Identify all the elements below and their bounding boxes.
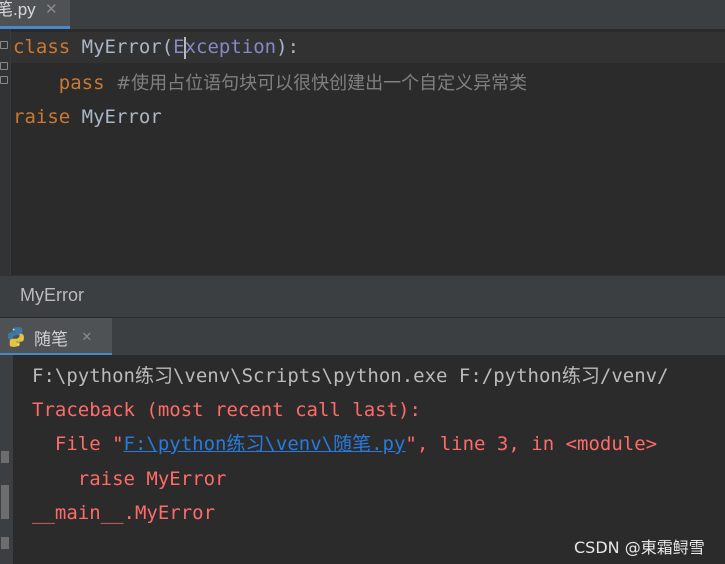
code-comment: #使用占位语句块可以很快创建出一个自定义异常类: [115, 73, 528, 94]
console-traceback-header: Traceback (most recent call last):: [32, 399, 421, 421]
close-icon[interactable]: ✕: [82, 326, 92, 345]
console-gutter: [0, 355, 13, 564]
editor-gutter: [0, 29, 11, 275]
fold-icon[interactable]: [0, 76, 8, 84]
run-console[interactable]: F:\python练习\venv\Scripts\python.exe F:/p…: [0, 355, 725, 564]
keyword-class: class: [13, 36, 71, 58]
class-name: MyError(: [70, 36, 174, 58]
keyword-raise: raise: [13, 106, 71, 128]
fold-icon[interactable]: [0, 41, 8, 49]
class-def-end: ):: [276, 36, 300, 58]
editor-tab-suibi-py[interactable]: 笔.py ✕: [0, 0, 70, 29]
raise-target: MyError: [70, 106, 162, 128]
code-line-3[interactable]: raise MyError: [13, 104, 162, 130]
keyword-pass: pass: [58, 72, 105, 94]
code-line-1[interactable]: class MyError(Exception):: [13, 34, 299, 60]
code-editor[interactable]: class MyError(Exception): pass #使用占位语句块可…: [0, 29, 725, 275]
python-icon: [8, 327, 24, 347]
file-path-link[interactable]: F:\python练习\venv\随笔.py: [124, 433, 406, 455]
console-command-line: F:\python练习\venv\Scripts\python.exe F:/p…: [32, 365, 669, 387]
watermark: CSDN @東霜鲟雪: [574, 538, 705, 557]
breadcrumb-myerror[interactable]: MyError: [20, 285, 84, 306]
run-tab-bar: 随笔 ✕: [0, 317, 725, 356]
base-exception-part2: xception: [184, 36, 277, 58]
gutter-marker: [1, 451, 9, 463]
fold-end-icon[interactable]: [0, 62, 8, 70]
console-raise-line: raise MyError: [32, 468, 227, 490]
run-tab-suibi[interactable]: 随笔 ✕: [0, 318, 112, 356]
file-line-prefix: File ": [32, 433, 124, 455]
console-error-line: __main__.MyError: [32, 502, 216, 524]
run-tab-label: 随笔: [34, 330, 68, 350]
console-file-line: File "F:\python练习\venv\随笔.py", line 3, i…: [32, 431, 657, 457]
breadcrumb-bar: MyError: [0, 275, 725, 318]
file-line-suffix: ", line 3, in <module>: [405, 433, 658, 455]
close-icon[interactable]: ✕: [45, 0, 58, 20]
gutter-marker: [1, 537, 9, 549]
editor-tab-label: 笔.py: [0, 0, 36, 19]
gutter-marker: [1, 485, 9, 519]
code-line-2[interactable]: pass #使用占位语句块可以很快创建出一个自定义异常类: [13, 70, 527, 97]
editor-tab-bar: 笔.py ✕: [0, 0, 725, 30]
